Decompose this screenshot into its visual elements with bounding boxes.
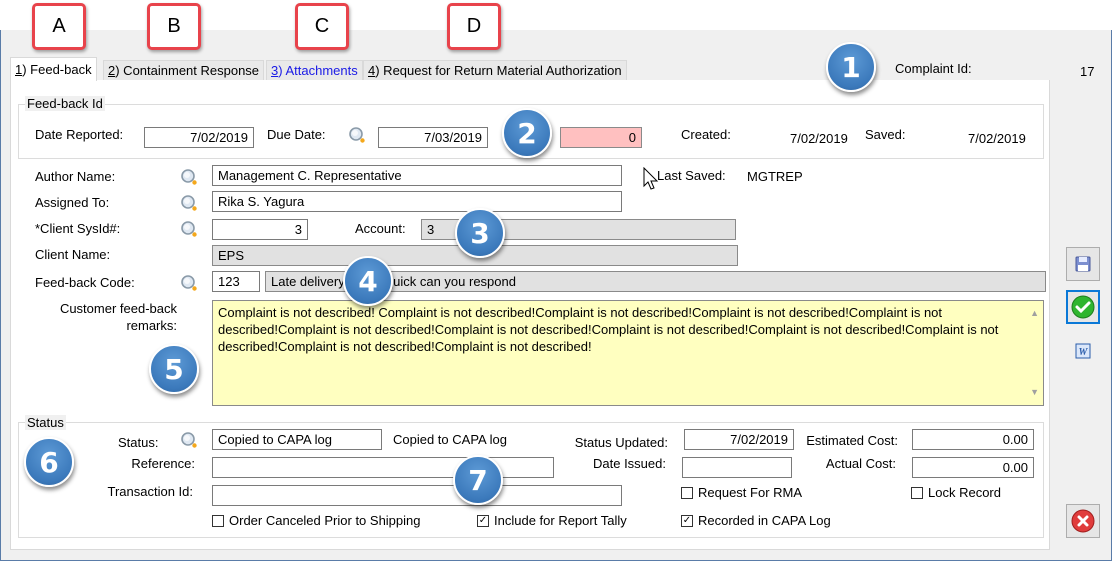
assigned-to-field[interactable]: Rika S. Yagura: [212, 191, 622, 212]
export-word-button[interactable]: W: [1066, 334, 1100, 368]
status-description: Copied to CAPA log: [393, 432, 507, 447]
complaint-id-value: 17: [1080, 64, 1095, 79]
last-saved-value: MGTREP: [747, 169, 803, 184]
date-reported-field[interactable]: 7/02/2019: [144, 127, 254, 148]
annotation-callout-1: 1: [826, 42, 876, 92]
estimated-cost-label: Estimated Cost:: [806, 433, 898, 448]
cancel-button[interactable]: [1066, 504, 1100, 538]
transaction-id-field[interactable]: [212, 485, 622, 506]
feedback-code-lookup-icon[interactable]: [180, 274, 198, 292]
checkbox-box[interactable]: [681, 486, 693, 499]
last-saved-label: Last Saved:: [657, 168, 726, 183]
date-reported-label: Date Reported:: [35, 127, 124, 142]
checkbox-checked-box[interactable]: ✓: [477, 514, 489, 527]
tab-label: ) Containment Response: [115, 63, 260, 78]
checkbox-label: Recorded in CAPA Log: [698, 513, 831, 528]
ok-button[interactable]: [1066, 290, 1100, 324]
floppy-disk-icon: [1075, 256, 1091, 272]
scroll-up-icon[interactable]: ▲: [1030, 305, 1039, 322]
feedback-code-label: Feed-back Code:: [35, 275, 135, 290]
tab-attachments[interactable]: 3) Attachments: [266, 60, 363, 80]
transaction-id-label: Transaction Id:: [107, 484, 193, 499]
annotation-callout-7: 7: [453, 455, 503, 505]
account-label: Account:: [355, 221, 406, 236]
annotation-callout-2: 2: [502, 108, 552, 158]
tab-feed-back[interactable]: 1) Feed-back: [10, 57, 97, 81]
status-label: Status:: [118, 435, 159, 450]
client-sysid-field[interactable]: 3: [212, 219, 308, 240]
due-date-label: Due Date:: [267, 127, 326, 142]
complaint-id-label: Complaint Id:: [895, 61, 972, 76]
date-issued-label: Date Issued:: [593, 456, 666, 471]
annotation-callout-4: 4: [343, 256, 393, 306]
author-name-label: Author Name:: [35, 169, 116, 184]
status-field[interactable]: Copied to CAPA log: [212, 429, 382, 450]
checkbox-box[interactable]: [911, 486, 923, 499]
actual-cost-field[interactable]: 0.00: [912, 457, 1034, 478]
tab-label: ) Attachments: [278, 63, 358, 78]
due-date-field[interactable]: 7/03/2019: [378, 127, 488, 148]
reference-label: Reference:: [131, 456, 195, 471]
created-value: 7/02/2019: [790, 131, 848, 146]
annotation-callout-6: 6: [24, 437, 74, 487]
save-button[interactable]: [1066, 247, 1100, 281]
client-sysid-label: *Client SysId#:: [35, 221, 121, 236]
reference-field[interactable]: [212, 457, 554, 478]
red-x-icon: [1071, 509, 1095, 533]
checkbox-checked-box[interactable]: ✓: [681, 514, 693, 527]
estimated-cost-field[interactable]: 0.00: [912, 429, 1034, 450]
saved-label: Saved:: [865, 127, 906, 142]
checkbox-box[interactable]: [212, 514, 224, 527]
word-document-icon: W: [1075, 343, 1091, 359]
annotation-letter-b: B: [147, 3, 201, 50]
remarks-text: Complaint is not described! Complaint is…: [218, 305, 999, 354]
tab-request-rma[interactable]: 4) Request for Return Material Authoriza…: [363, 60, 627, 80]
annotation-letter-a: A: [32, 3, 86, 50]
created-label: Created:: [681, 127, 731, 142]
annotation-letter-d: D: [447, 3, 501, 50]
tab-label: ) Feed-back: [22, 62, 92, 77]
order-canceled-checkbox[interactable]: Order Canceled Prior to Shipping: [212, 513, 421, 528]
due-date-lookup-icon[interactable]: [348, 126, 366, 144]
customer-remarks-textarea[interactable]: Complaint is not described! Complaint is…: [212, 300, 1044, 406]
assigned-lookup-icon[interactable]: [180, 194, 198, 212]
annotation-callout-5: 5: [149, 344, 199, 394]
actual-cost-label: Actual Cost:: [825, 456, 896, 471]
author-name-field[interactable]: Management C. Representative: [212, 165, 622, 186]
scroll-down-icon[interactable]: ▼: [1030, 384, 1039, 401]
author-lookup-icon[interactable]: [180, 168, 198, 186]
checkbox-label: Lock Record: [928, 485, 1001, 500]
mouse-cursor-icon: [643, 167, 659, 190]
status-group-title: Status: [25, 415, 66, 430]
status-updated-field[interactable]: 7/02/2019: [684, 429, 794, 450]
date-issued-field[interactable]: [682, 457, 792, 478]
feedback-code-field[interactable]: 123: [212, 271, 260, 292]
svg-text:W: W: [1079, 347, 1089, 358]
remarks-label-line1: Customer feed-back: [59, 301, 177, 316]
days-overdue-field: 0: [560, 127, 642, 148]
tab-containment-response[interactable]: 2) Containment Response: [103, 60, 265, 80]
checkbox-label: Order Canceled Prior to Shipping: [229, 513, 421, 528]
tab-label: ) Request for Return Material Authorizat…: [375, 63, 622, 78]
include-report-tally-checkbox[interactable]: ✓ Include for Report Tally: [477, 513, 627, 528]
recorded-capa-checkbox[interactable]: ✓ Recorded in CAPA Log: [681, 513, 831, 528]
assigned-to-label: Assigned To:: [35, 195, 110, 210]
status-lookup-icon[interactable]: [180, 431, 198, 449]
status-updated-label: Status Updated:: [574, 435, 668, 450]
lock-record-checkbox[interactable]: Lock Record: [911, 485, 1001, 500]
client-name-label: Client Name:: [35, 247, 111, 262]
annotation-callout-3: 3: [455, 208, 505, 258]
saved-value: 7/02/2019: [968, 131, 1026, 146]
client-lookup-icon[interactable]: [180, 220, 198, 238]
request-rma-checkbox[interactable]: Request For RMA: [681, 485, 802, 500]
annotation-letter-c: C: [295, 3, 349, 50]
remarks-label-line2: remarks:: [126, 318, 177, 333]
feedback-id-group-title: Feed-back Id: [25, 96, 105, 111]
checkbox-label: Include for Report Tally: [494, 513, 627, 528]
checkbox-label: Request For RMA: [698, 485, 803, 500]
green-check-icon: [1071, 295, 1095, 319]
